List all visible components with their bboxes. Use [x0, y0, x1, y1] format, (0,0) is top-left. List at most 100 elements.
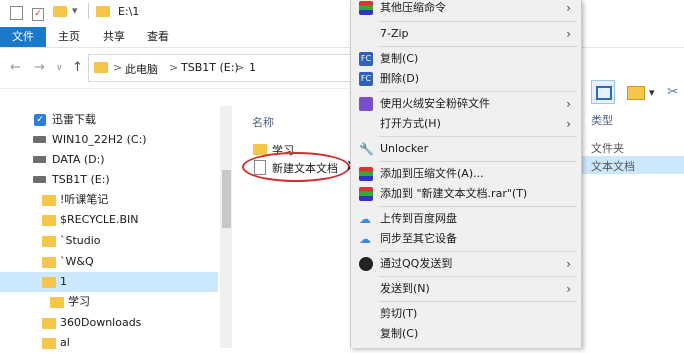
drive-icon [33, 156, 46, 163]
winrar-icon [359, 187, 373, 201]
crumb-folder[interactable]: 1 [249, 61, 256, 74]
menu-item-unlocker[interactable]: 🔧 Unlocker [351, 139, 581, 159]
menu-separator [379, 301, 577, 302]
tab-share[interactable]: 共享 [103, 27, 125, 47]
properties-icon[interactable]: ✓ [32, 6, 44, 21]
file-item-selected[interactable]: 新建文本文档 [252, 158, 352, 176]
menu-item-qq-send[interactable]: 通过QQ发送到 › [351, 254, 581, 274]
nav-scrollbar-thumb[interactable] [222, 170, 231, 228]
up-arrow-icon[interactable]: ↑ [72, 60, 83, 75]
nav-item-folder[interactable]: `Studio [0, 231, 218, 251]
nav-item-label: WIN10_22H2 (C:) [52, 133, 147, 146]
chevron-down-icon[interactable]: ▾ [72, 4, 78, 18]
tab-view[interactable]: 查看 [147, 27, 169, 47]
folder-icon [42, 257, 56, 268]
menu-separator [379, 161, 577, 162]
fastcopy-icon: FC [359, 52, 373, 66]
nav-item-label: $RECYCLE.BIN [60, 213, 139, 226]
details-pane-icon[interactable] [627, 86, 645, 100]
nav-item-label: `W&Q [60, 255, 94, 268]
submenu-arrow-icon: › [566, 257, 571, 271]
crumb-drive[interactable]: TSB1T (E:) [181, 61, 239, 74]
menu-item-label: 发送到(N) [380, 282, 430, 295]
menu-separator [379, 91, 577, 92]
nav-item-label: 1 [60, 275, 67, 288]
folder-icon [42, 236, 56, 247]
recent-chevron-icon[interactable]: ∨ [56, 63, 63, 73]
nav-item-folder[interactable]: `W&Q [0, 252, 218, 272]
nav-item-xunlei[interactable]: ✓ 迅雷下载 [0, 110, 218, 130]
menu-item-label: 通过QQ发送到 [380, 257, 453, 270]
menu-item-label: 复制(C) [380, 327, 419, 340]
menu-separator [379, 21, 577, 22]
menu-item-add-rar[interactable]: 添加到 "新建文本文档.rar"(T) [351, 184, 581, 204]
nav-item-c-drive[interactable]: WIN10_22H2 (C:) [0, 130, 218, 150]
submenu-arrow-icon: › [566, 282, 571, 296]
nav-item-folder[interactable]: $RECYCLE.BIN [0, 210, 218, 230]
folder-icon [42, 277, 56, 288]
menu-item-label: 复制(C) [380, 52, 419, 65]
context-menu: 其他压缩命令 › 7-Zip › FC 复制(C) FC 删除(D) 使用火绒安… [350, 0, 582, 348]
nav-item-folder[interactable]: al [0, 333, 218, 353]
drive-icon [33, 176, 46, 183]
forward-arrow-icon[interactable]: → [34, 60, 45, 75]
type-cell: 文本文档 [591, 160, 635, 173]
scissors-icon[interactable]: ✂ [667, 84, 679, 100]
back-arrow-icon[interactable]: ← [10, 60, 21, 75]
nav-item-label: al [60, 336, 70, 349]
window-folder-icon [96, 6, 110, 20]
submenu-arrow-icon: › [566, 1, 571, 15]
nav-item-e-drive[interactable]: TSB1T (E:) [0, 170, 218, 190]
nav-item-label: 迅雷下载 [52, 113, 96, 126]
file-list: 名称 学习 新建文本文档 ➤ [238, 106, 359, 348]
menu-item-send-to[interactable]: 发送到(N) › [351, 279, 581, 299]
column-header-name[interactable]: 名称 [252, 114, 274, 130]
menu-item-label: 打开方式(H) [380, 117, 441, 130]
chevron-down-icon[interactable]: ▾ [649, 86, 655, 99]
nav-item-label: 学习 [68, 295, 90, 308]
menu-item-7zip[interactable]: 7-Zip › [351, 24, 581, 44]
menu-item-fc-copy[interactable]: FC 复制(C) [351, 49, 581, 69]
menu-item-open-with[interactable]: 打开方式(H) › [351, 114, 581, 134]
nav-item-label: 360Downloads [60, 316, 142, 329]
folder-icon [253, 144, 267, 155]
nav-item-d-drive[interactable]: DATA (D:) [0, 150, 218, 170]
new-folder-icon[interactable] [53, 6, 67, 20]
winrar-icon [359, 1, 373, 15]
crumb-this-pc[interactable]: 此电脑 [125, 61, 158, 77]
preview-pane-icon[interactable] [591, 80, 615, 104]
nav-item-label: !听课笔记 [60, 193, 109, 206]
nav-item-label: TSB1T (E:) [52, 173, 110, 186]
nav-item-folder[interactable]: !听课笔记 [0, 190, 218, 210]
huorong-icon [359, 97, 373, 111]
menu-item-label: 添加到压缩文件(A)... [380, 167, 484, 180]
menu-item-label: 同步至其它设备 [380, 232, 457, 245]
menu-item-copy[interactable]: 复制(C) [351, 324, 581, 344]
menu-item-huorong-shred[interactable]: 使用火绒安全粉碎文件 › [351, 94, 581, 114]
submenu-arrow-icon: › [566, 97, 571, 111]
menu-item-add-archive[interactable]: 添加到压缩文件(A)... [351, 164, 581, 184]
address-folder-icon [94, 62, 108, 73]
tab-home[interactable]: 主页 [58, 27, 80, 47]
menu-item-fc-delete[interactable]: FC 删除(D) [351, 69, 581, 89]
drive-icon [33, 136, 46, 143]
menu-item-baidu-upload[interactable]: ☁ 上传到百度网盘 [351, 209, 581, 229]
nav-item-folder-selected[interactable]: 1 [0, 272, 218, 292]
column-header-type[interactable]: 类型 [591, 112, 613, 128]
menu-item-label: 使用火绒安全粉碎文件 [380, 97, 490, 110]
tab-file[interactable]: 文件 [0, 27, 46, 47]
menu-item-cut[interactable]: 剪切(T) [351, 304, 581, 324]
menu-item-other-compress[interactable]: 其他压缩命令 › [351, 0, 581, 18]
text-file-icon [254, 160, 266, 175]
nav-item-folder[interactable]: 360Downloads [0, 313, 218, 333]
menu-separator [379, 206, 577, 207]
menu-item-sync-devices[interactable]: ☁ 同步至其它设备 [351, 229, 581, 249]
file-item-label: 新建文本文档 [272, 162, 338, 175]
type-cell: 文件夹 [591, 142, 624, 155]
thunder-icon: ✓ [34, 114, 46, 126]
type-cell-selected-row: 文本文档 [581, 156, 684, 174]
nav-item-folder[interactable]: 学习 [0, 292, 218, 312]
right-pane: ▾ ✂ 类型 文件夹 文本文档 [581, 48, 684, 348]
save-icon[interactable] [10, 6, 23, 20]
folder-icon [50, 297, 64, 308]
